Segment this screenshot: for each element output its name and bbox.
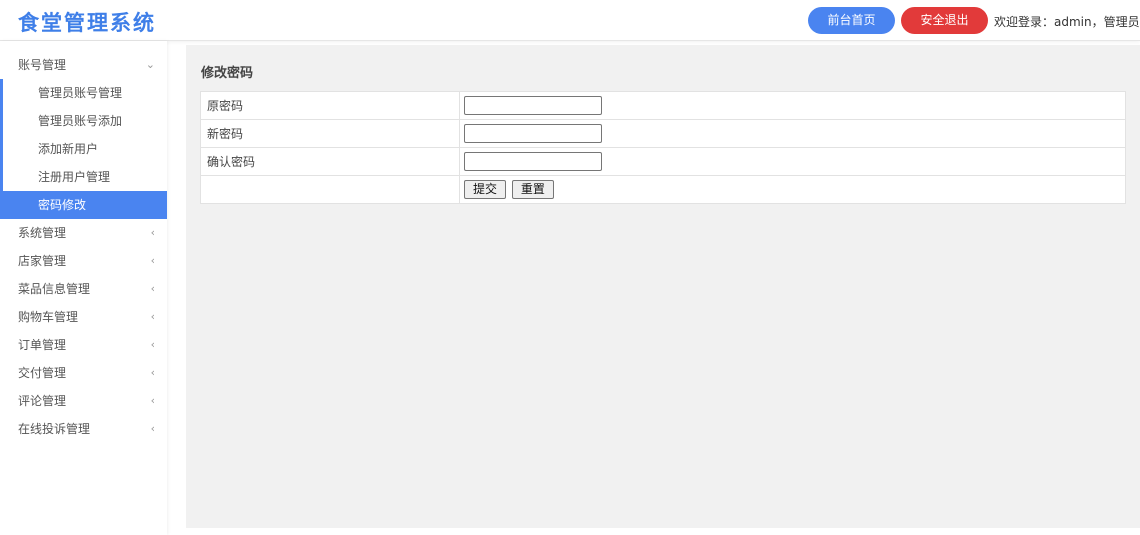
sidebar-item-registered-users[interactable]: 注册用户管理 <box>3 163 167 191</box>
chevron-left-icon: ‹ <box>150 338 155 351</box>
chevron-left-icon: ‹ <box>150 310 155 323</box>
logout-button[interactable]: 安全退出 <box>901 7 988 34</box>
page-title: 修改密码 <box>201 66 254 81</box>
sidebar-group-label: 评论管理 <box>18 394 67 408</box>
chevron-left-icon: ‹ <box>150 422 155 435</box>
sidebar-item-admin-accounts[interactable]: 管理员账号管理 <box>3 79 167 107</box>
form-row-old-password: 原密码 <box>200 91 1126 120</box>
new-password-input[interactable] <box>464 124 602 143</box>
reset-button[interactable]: 重置 <box>511 180 554 199</box>
chevron-left-icon: ‹ <box>150 282 155 295</box>
chevron-left-icon: ‹ <box>150 394 155 407</box>
form-row-new-password: 新密码 <box>200 119 1126 148</box>
sidebar-group-label: 购物车管理 <box>18 310 79 324</box>
sidebar-group-delivery[interactable]: 交付管理 ‹ <box>0 359 167 387</box>
front-home-button[interactable]: 前台首页 <box>808 7 895 34</box>
form-row-actions: 提交 重置 <box>200 175 1126 204</box>
sidebar-group-label: 在线投诉管理 <box>18 422 91 436</box>
sidebar-group-label: 账号管理 <box>18 58 67 72</box>
sidebar-group-dishes[interactable]: 菜品信息管理 ‹ <box>0 275 167 303</box>
sidebar-submenu-account: 管理员账号管理 管理员账号添加 添加新用户 注册用户管理 密码修改 <box>0 79 167 219</box>
confirm-password-label: 确认密码 <box>200 147 460 176</box>
sidebar: 账号管理 ⌄ 管理员账号管理 管理员账号添加 添加新用户 注册用户管理 密码修改… <box>0 41 167 535</box>
chevron-left-icon: ‹ <box>150 254 155 267</box>
app-title: 食堂管理系统 <box>18 11 156 35</box>
sidebar-group-orders[interactable]: 订单管理 ‹ <box>0 331 167 359</box>
sidebar-item-add-user[interactable]: 添加新用户 <box>3 135 167 163</box>
top-header: 食堂管理系统 前台首页 安全退出 欢迎登录：admin，管理员 <box>0 0 1140 41</box>
chevron-down-icon: ⌄ <box>145 58 155 71</box>
chevron-left-icon: ‹ <box>150 226 155 239</box>
new-password-label: 新密码 <box>200 119 460 148</box>
chevron-left-icon: ‹ <box>150 366 155 379</box>
sidebar-group-account[interactable]: 账号管理 ⌄ <box>0 51 167 79</box>
sidebar-group-comments[interactable]: 评论管理 ‹ <box>0 387 167 415</box>
welcome-text: 欢迎登录：admin，管理员 <box>994 15 1140 29</box>
main-content: 修改密码 原密码 新密码 确认密码 提交 重置 <box>186 45 1140 528</box>
password-form: 原密码 新密码 确认密码 提交 重置 <box>200 91 1126 204</box>
sidebar-group-complaints[interactable]: 在线投诉管理 ‹ <box>0 415 167 443</box>
sidebar-group-label: 系统管理 <box>18 226 67 240</box>
empty-label-cell <box>200 175 460 204</box>
sidebar-item-add-admin[interactable]: 管理员账号添加 <box>3 107 167 135</box>
sidebar-group-label: 菜品信息管理 <box>18 282 91 296</box>
old-password-input[interactable] <box>464 96 602 115</box>
sidebar-group-label: 订单管理 <box>18 338 67 352</box>
old-password-label: 原密码 <box>200 91 460 120</box>
submit-button[interactable]: 提交 <box>464 180 507 199</box>
sidebar-group-cart[interactable]: 购物车管理 ‹ <box>0 303 167 331</box>
sidebar-group-label: 交付管理 <box>18 366 67 380</box>
sidebar-group-system[interactable]: 系统管理 ‹ <box>0 219 167 247</box>
sidebar-group-label: 店家管理 <box>18 254 67 268</box>
sidebar-item-change-password[interactable]: 密码修改 <box>0 191 167 219</box>
confirm-password-input[interactable] <box>464 152 602 171</box>
sidebar-group-shops[interactable]: 店家管理 ‹ <box>0 247 167 275</box>
form-row-confirm-password: 确认密码 <box>200 147 1126 176</box>
